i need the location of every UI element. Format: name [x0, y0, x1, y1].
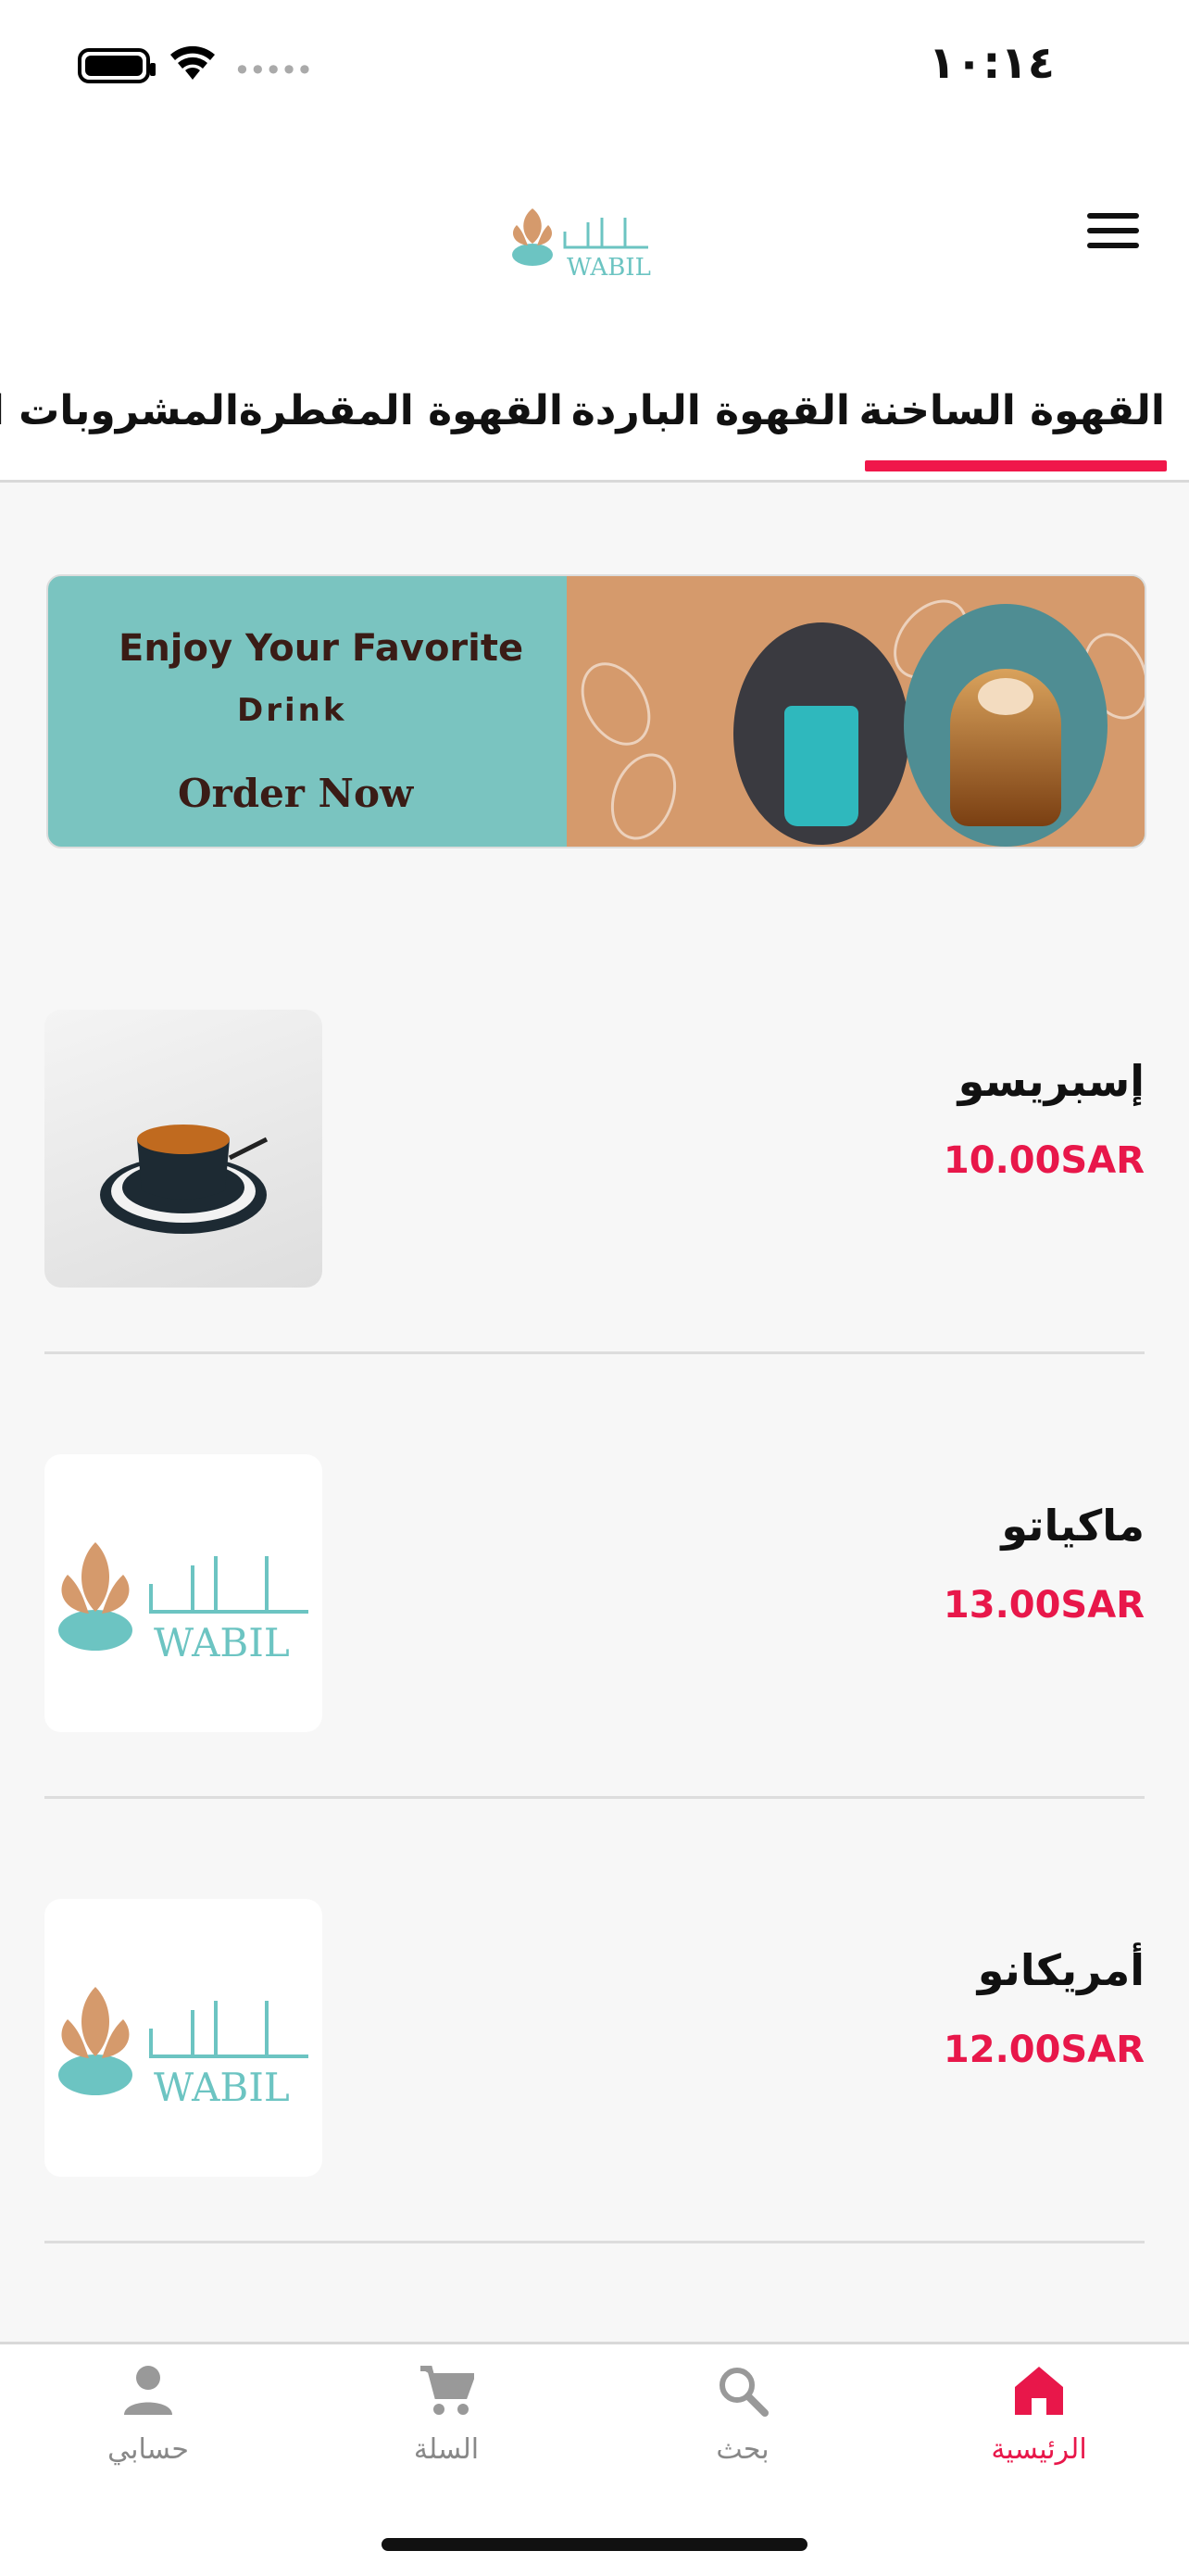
product-name[interactable]: ماكياتو: [1001, 1501, 1145, 1551]
banner-headline: Enjoy Your Favorite: [119, 627, 524, 670]
wifi-icon: [170, 45, 215, 80]
order-now-link[interactable]: Order Now: [178, 771, 413, 816]
search-icon: [720, 2368, 769, 2417]
wabil-logo: WABIL: [512, 208, 651, 282]
nav-account[interactable]: حسابي: [56, 2363, 241, 2466]
tab-cold-coffee[interactable]: القهوة الباردة: [571, 387, 850, 434]
wabil-logo: WABIL: [58, 1542, 308, 1665]
tab-beverages[interactable]: المشروبات ال: [0, 387, 239, 434]
product-item[interactable]: WABIL أمريكانو 12.00SAR: [44, 1899, 1145, 2243]
product-price: 12.00SAR: [943, 2029, 1145, 2071]
product-price: 13.00SAR: [943, 1584, 1145, 1627]
product-name[interactable]: إسبريسو: [958, 1056, 1145, 1106]
svg-text:WABIL: WABIL: [154, 2065, 290, 2110]
wabil-logo: WABIL: [58, 1987, 308, 2110]
category-tabs: القهوة الساخنة القهوة الباردة القهوة الم…: [0, 333, 1189, 483]
status-bar: ••••• ١٠:١٤: [0, 0, 1189, 139]
product-price: 10.00SAR: [943, 1139, 1145, 1182]
status-time: ١٠:١٤: [928, 37, 1055, 89]
nav-cart-label: السلة: [413, 2433, 480, 2466]
nav-cart[interactable]: السلة: [354, 2363, 539, 2466]
product-image-macchiato[interactable]: WABIL: [44, 1454, 322, 1732]
tab-drip-coffee[interactable]: القهوة المقطرة: [239, 387, 563, 434]
product-item[interactable]: إسبريسو 10.00SAR: [44, 1010, 1145, 1354]
nav-home-label: الرئيسية: [991, 2433, 1087, 2466]
user-icon: [124, 2366, 172, 2415]
home-icon: [1015, 2367, 1063, 2415]
product-item[interactable]: WABIL ماكياتو 13.00SAR: [44, 1454, 1145, 1799]
nav-search-label: بحث: [716, 2433, 770, 2466]
coffee-cup-image: [733, 622, 909, 845]
banner-subheadline: Drink: [237, 692, 347, 729]
product-image-americano[interactable]: WABIL: [44, 1899, 322, 2177]
nav-home[interactable]: الرئيسية: [946, 2363, 1132, 2466]
latte-glass-image: [904, 604, 1108, 847]
home-indicator: [382, 2538, 807, 2551]
svg-text:WABIL: WABIL: [154, 1620, 290, 1665]
promo-banner[interactable]: Enjoy Your Favorite Drink Order Now: [46, 574, 1146, 848]
menu-button[interactable]: [1087, 213, 1139, 254]
app-header: WABIL: [0, 139, 1189, 333]
product-name[interactable]: أمريكانو: [978, 1945, 1145, 1995]
tab-hot-coffee[interactable]: القهوة الساخنة: [859, 387, 1168, 471]
svg-text:WABIL: WABIL: [567, 254, 651, 282]
nav-search[interactable]: بحث: [650, 2363, 835, 2466]
nav-account-label: حسابي: [107, 2433, 189, 2466]
battery-icon: [78, 48, 156, 83]
cart-icon: [420, 2366, 477, 2415]
product-image-espresso[interactable]: [44, 1010, 322, 1288]
